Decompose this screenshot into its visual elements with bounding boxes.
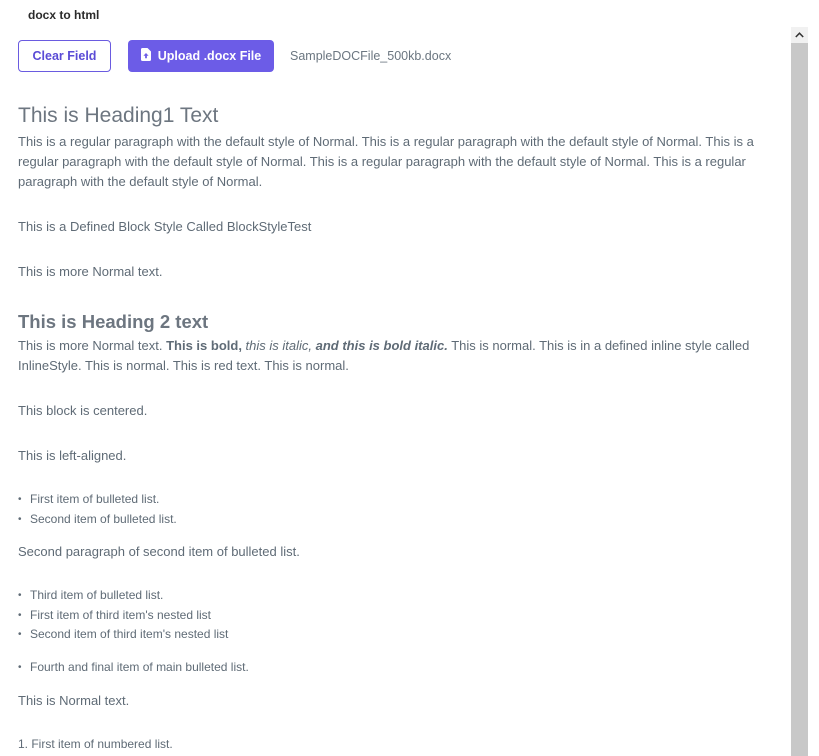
heading-1: This is Heading1 Text bbox=[18, 104, 219, 127]
normal-text-paragraph: This is Normal text. bbox=[18, 693, 130, 708]
file-upload-icon bbox=[140, 48, 151, 64]
bold-italic-text: and this is bold italic. bbox=[315, 338, 448, 353]
list-item: First item of third item's nested list bbox=[18, 606, 788, 626]
bulleted-list: Fourth and final item of main bulleted l… bbox=[18, 658, 788, 678]
italic-text: this is italic, bbox=[245, 338, 316, 353]
clear-field-button[interactable]: Clear Field bbox=[18, 40, 111, 72]
document-preview: This is Heading1 Text This is a regular … bbox=[18, 96, 788, 755]
bold-text: This is bold, bbox=[166, 338, 246, 353]
selected-file-name: SampleDOCFile_500kb.docx bbox=[290, 49, 452, 63]
paragraph-more-normal: This is more Normal text. bbox=[18, 264, 163, 279]
list-item: Second item of third item's nested list bbox=[18, 625, 788, 645]
upload-docx-button[interactable]: Upload .docx File bbox=[128, 40, 274, 72]
left-aligned-paragraph: This is left-aligned. bbox=[18, 448, 127, 463]
upload-docx-label: Upload .docx File bbox=[157, 49, 262, 63]
centered-paragraph: This block is centered. bbox=[18, 403, 148, 418]
list-item: 1. First item of numbered list. bbox=[18, 737, 173, 751]
toolbar: Clear Field Upload .docx File SampleDOCF… bbox=[18, 40, 451, 72]
paragraph-normal: This is a regular paragraph with the def… bbox=[18, 134, 754, 189]
block-style-paragraph: This is a Defined Block Style Called Blo… bbox=[18, 219, 312, 234]
scroll-up-icon[interactable] bbox=[791, 27, 808, 43]
numbered-list: 1. First item of numbered list. bbox=[18, 735, 788, 755]
list-second-paragraph: Second paragraph of second item of bulle… bbox=[18, 544, 300, 559]
list-item: First item of bulleted list. bbox=[18, 490, 788, 510]
bulleted-list: Third item of bulleted list. First item … bbox=[18, 586, 788, 645]
normal-text: This is more Normal text. bbox=[18, 338, 167, 353]
list-item: Fourth and final item of main bulleted l… bbox=[18, 658, 788, 678]
list-item: Second item of bulleted list. bbox=[18, 510, 788, 530]
app-title: docx to html bbox=[28, 8, 100, 22]
vertical-scrollbar[interactable] bbox=[791, 27, 808, 756]
bulleted-list: First item of bulleted list. Second item… bbox=[18, 490, 788, 529]
heading-2: This is Heading 2 text bbox=[18, 311, 209, 332]
paragraph-mixed-styles: This is more Normal text. This is bold, … bbox=[18, 336, 788, 376]
list-item: Third item of bulleted list. bbox=[18, 586, 788, 606]
